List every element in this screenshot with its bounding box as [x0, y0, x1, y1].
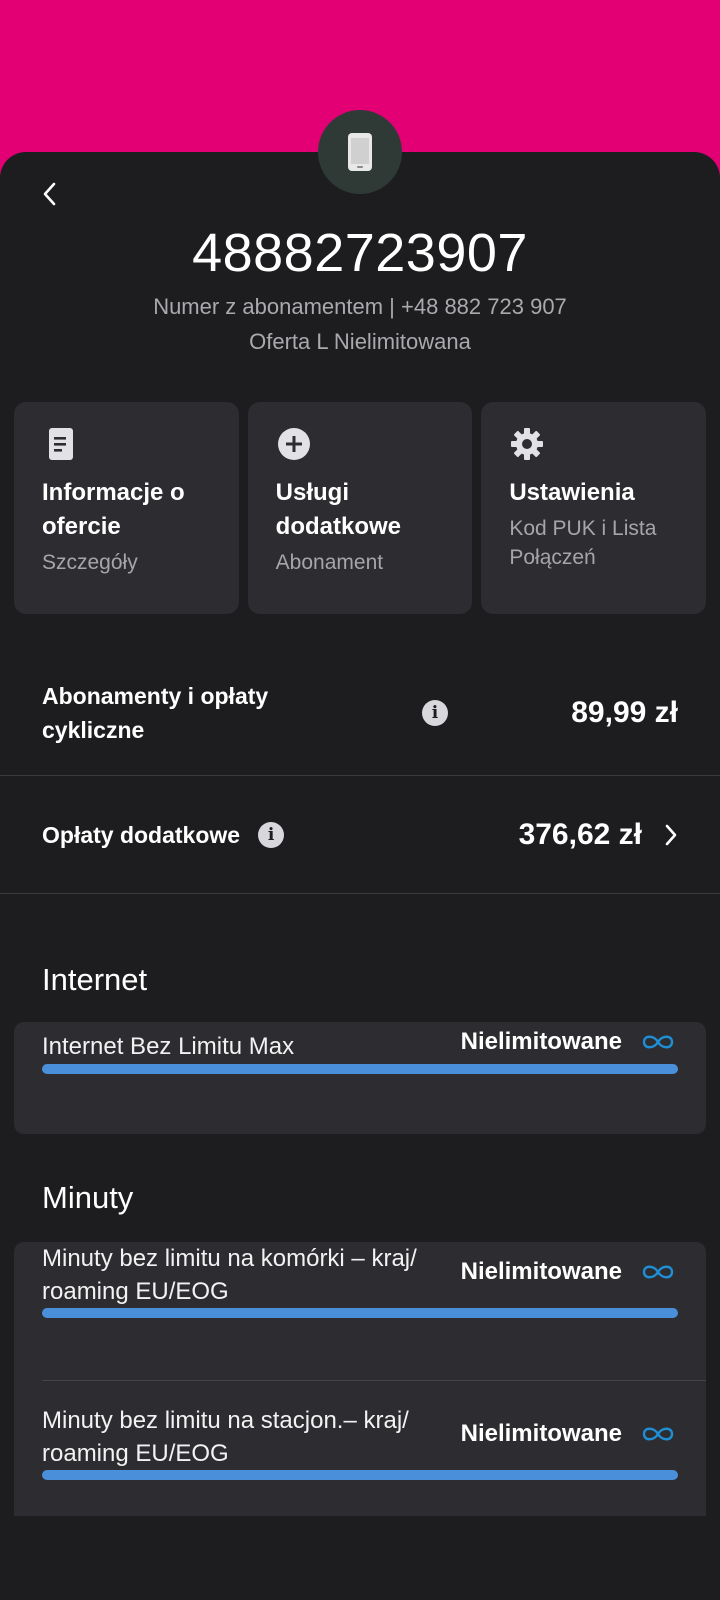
tile-subtitle: Kod PUK i Lista Połączeń	[509, 517, 657, 569]
usage-bar-fill	[42, 1470, 678, 1480]
tile-offer-info[interactable]: Informacje o ofercie Szczegóły	[14, 402, 239, 614]
offer-name: Oferta L Nielimitowana	[249, 329, 471, 354]
phone-avatar	[318, 110, 402, 194]
subscriptions-label: Abonamenty i opłaty cykliczne	[42, 682, 269, 743]
internet-card: Internet Bez Limitu Max Nielimitowane	[14, 1022, 706, 1134]
add-circle-icon	[276, 426, 312, 462]
item-name: Minuty bez limitu na komórki – kraj/ roa…	[42, 1245, 417, 1305]
info-icon[interactable]: i	[258, 821, 285, 848]
chevron-left-icon	[43, 182, 56, 206]
tile-settings[interactable]: Ustawienia Kod PUK i Lista Połączeń	[481, 402, 707, 614]
tile-subtitle: Szczegóły	[42, 551, 138, 574]
usage-bar	[42, 1064, 678, 1074]
infinity-icon	[642, 1427, 674, 1441]
number-subtitle: Numer z abonamentem | +48 882 723 907	[153, 294, 567, 319]
internet-section-title: Internet	[42, 962, 148, 997]
subscriptions-row: Abonamenty i opłaty cykliczne i 89,99 zł	[0, 650, 720, 776]
divider	[42, 1380, 706, 1381]
usage-bar-fill	[42, 1308, 678, 1318]
minutes-section-title: Minuty	[42, 1180, 134, 1215]
phone-number-title: 48882723907	[192, 223, 528, 283]
infinity-icon	[642, 1265, 674, 1279]
usage-bar	[42, 1470, 678, 1480]
item-value: Nielimitowane	[460, 1028, 622, 1055]
tile-title: Usługi dodatkowe	[275, 479, 402, 540]
extra-charges-amount: 376,62 zł	[518, 817, 642, 851]
chevron-right-icon	[665, 824, 677, 845]
smartphone-icon	[348, 133, 372, 171]
tile-title: Informacje o ofercie	[42, 479, 185, 540]
document-icon	[42, 426, 78, 462]
gear-icon	[509, 426, 545, 462]
item-name: Minuty bez limitu na stacjon.– kraj/ roa…	[42, 1407, 409, 1467]
usage-bar	[42, 1308, 678, 1318]
item-value: Nielimitowane	[460, 1258, 622, 1285]
infinity-icon	[642, 1035, 674, 1049]
tile-additional-services[interactable]: Usługi dodatkowe Abonament	[247, 402, 473, 614]
minutes-card: Minuty bez limitu na komórki – kraj/ roa…	[14, 1242, 706, 1516]
tile-title: Ustawienia	[509, 479, 635, 506]
tile-subtitle: Abonament	[275, 551, 384, 574]
quick-tiles: Informacje o ofercie Szczegóły Usługi do…	[14, 402, 707, 614]
back-button[interactable]	[34, 178, 66, 210]
item-value: Nielimitowane	[460, 1420, 622, 1447]
extra-charges-row[interactable]: Opłaty dodatkowe i 376,62 zł	[0, 776, 720, 894]
subscriptions-amount: 89,99 zł	[571, 695, 678, 729]
extra-charges-label: Opłaty dodatkowe	[42, 821, 241, 848]
item-name: Internet Bez Limitu Max	[42, 1033, 295, 1060]
info-icon[interactable]: i	[422, 699, 448, 726]
usage-bar-fill	[42, 1064, 678, 1074]
